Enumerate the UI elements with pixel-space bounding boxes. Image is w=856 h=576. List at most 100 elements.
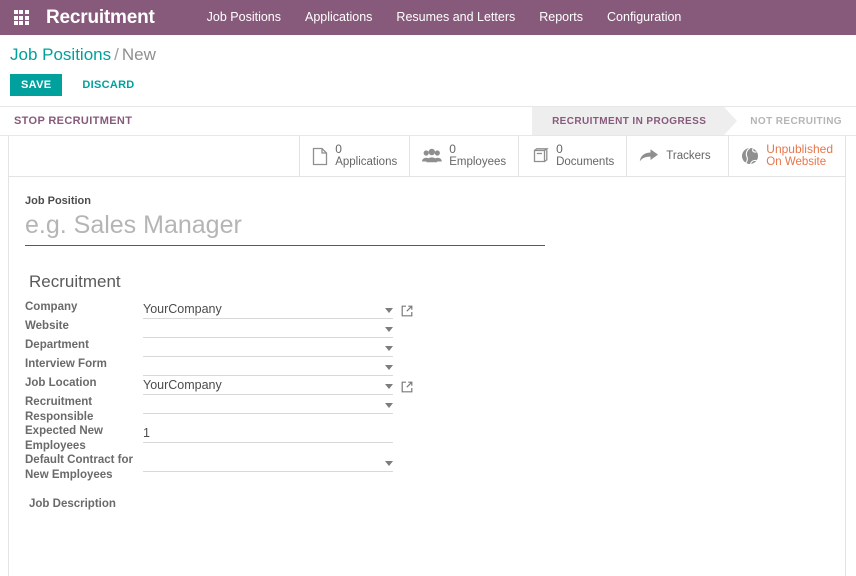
nav-item-configuration[interactable]: Configuration <box>595 0 693 35</box>
button-box: 0 Applications 0 Employees 0 Documents T… <box>9 136 845 177</box>
default-contract-value <box>143 470 381 471</box>
navbar-menu: Job Positions Applications Resumes and L… <box>195 0 694 35</box>
field-row-job-location: Job Location YourCompany <box>25 376 445 395</box>
website-publish-label: On Website <box>766 156 827 168</box>
smart-button-trackers[interactable]: Trackers <box>626 136 728 176</box>
interview-form-value <box>143 374 381 375</box>
field-row-company: Company YourCompany <box>25 300 445 319</box>
documents-count: 0 <box>556 142 563 156</box>
label-recruitment-responsible: Recruitment Responsible <box>25 396 94 423</box>
applications-label: Applications <box>335 156 398 168</box>
app-brand-title[interactable]: Recruitment <box>46 7 155 29</box>
field-row-interview-form: Interview Form <box>25 357 445 376</box>
nav-item-reports[interactable]: Reports <box>527 0 595 35</box>
company-value: YourCompany <box>143 302 222 316</box>
breadcrumb-separator: / <box>114 45 119 64</box>
save-button[interactable]: SAVE <box>10 74 63 96</box>
field-department <box>143 338 445 357</box>
employees-count: 0 <box>449 142 456 156</box>
control-panel: Job Positions / New SAVE DISCARD <box>0 35 856 107</box>
form-sheet: 0 Applications 0 Employees 0 Documents T… <box>8 136 846 576</box>
status-bar: STOP RECRUITMENT RECRUITMENT IN PROGRESS… <box>0 107 856 136</box>
job-position-label: Job Position <box>25 195 91 207</box>
smart-button-text: 0 Applications <box>335 143 397 169</box>
nav-item-applications[interactable]: Applications <box>293 0 384 35</box>
job-location-input[interactable]: YourCompany <box>143 376 393 395</box>
field-default-contract <box>143 453 445 482</box>
smart-button-text: Trackers <box>666 150 710 163</box>
users-group-icon <box>422 148 443 164</box>
form-view-area: STOP RECRUITMENT RECRUITMENT IN PROGRESS… <box>0 107 856 576</box>
chevron-down-icon[interactable] <box>385 346 393 351</box>
field-row-website: Website <box>25 319 445 338</box>
field-row-recruitment-responsible: Recruitment Responsible <box>25 395 445 424</box>
breadcrumb-job-positions[interactable]: Job Positions <box>10 45 111 64</box>
share-arrow-icon <box>639 148 659 164</box>
employees-label: Employees <box>449 156 507 168</box>
control-panel-buttons: SAVE DISCARD <box>10 74 856 96</box>
chevron-down-icon[interactable] <box>385 403 393 408</box>
company-external-link-icon[interactable] <box>401 305 413 317</box>
chevron-down-icon[interactable] <box>385 365 393 370</box>
documents-label: Documents <box>556 156 615 168</box>
chevron-down-icon[interactable] <box>385 384 393 389</box>
interview-form-input[interactable] <box>143 357 393 376</box>
expected-new-employees-input[interactable]: 1 <box>143 424 393 443</box>
label-job-location: Job Location <box>25 377 97 389</box>
company-input[interactable]: YourCompany <box>143 300 393 319</box>
smart-button-website-publish[interactable]: Unpublished On Website <box>728 136 845 176</box>
field-website <box>143 319 445 338</box>
nav-item-job-positions[interactable]: Job Positions <box>195 0 293 35</box>
stage-recruitment-in-progress[interactable]: RECRUITMENT IN PROGRESS <box>532 107 738 135</box>
recruitment-responsible-value <box>143 412 381 413</box>
field-job-location: YourCompany <box>143 376 445 395</box>
globe-icon <box>741 147 759 165</box>
chevron-down-icon[interactable] <box>385 461 393 466</box>
status-stages: RECRUITMENT IN PROGRESS NOT RECRUITING <box>532 107 856 135</box>
smart-button-documents[interactable]: 0 Documents <box>518 136 626 176</box>
recruitment-fields-table: Company YourCompany Website Department I… <box>25 300 445 482</box>
recruitment-responsible-input[interactable] <box>143 395 393 414</box>
department-value <box>143 355 381 356</box>
website-input[interactable] <box>143 319 393 338</box>
apps-menu-button[interactable] <box>0 0 42 35</box>
job-position-group: Job Position <box>25 195 545 246</box>
label-company: Company <box>25 301 78 313</box>
document-icon <box>312 147 328 166</box>
breadcrumb-current: New <box>121 45 156 64</box>
department-input[interactable] <box>143 338 393 357</box>
job-location-external-link-icon[interactable] <box>401 381 413 393</box>
apps-grid-icon <box>13 10 29 25</box>
field-row-expected-new-employees: Expected New Employees 1 <box>25 424 445 453</box>
field-interview-form <box>143 357 445 376</box>
breadcrumb: Job Positions / New <box>10 45 856 65</box>
smart-button-text: 0 Employees <box>449 143 506 169</box>
label-website: Website <box>25 320 69 332</box>
chevron-down-icon[interactable] <box>385 308 393 313</box>
book-icon <box>531 147 549 165</box>
stop-recruitment-button[interactable]: STOP RECRUITMENT <box>14 115 132 127</box>
field-row-default-contract: Default Contract for New Employees <box>25 453 445 482</box>
label-department: Department <box>25 339 89 351</box>
smart-button-text: Unpublished On Website <box>766 143 833 169</box>
smart-button-employees[interactable]: 0 Employees <box>409 136 518 176</box>
discard-button[interactable]: DISCARD <box>70 74 146 96</box>
field-expected-new-employees: 1 <box>143 424 445 453</box>
smart-button-applications[interactable]: 0 Applications <box>299 136 409 176</box>
label-expected-new-employees: Expected New Employees <box>25 425 103 452</box>
top-navbar: Recruitment Job Positions Applications R… <box>0 0 856 35</box>
default-contract-input[interactable] <box>143 453 393 472</box>
chevron-down-icon[interactable] <box>385 327 393 332</box>
job-position-input[interactable] <box>25 211 545 246</box>
field-company: YourCompany <box>143 300 445 319</box>
applications-count: 0 <box>335 142 342 156</box>
status-bar-actions: STOP RECRUITMENT <box>0 107 132 135</box>
job-description-label: Job Description <box>29 498 116 510</box>
expected-new-employees-value: 1 <box>143 426 150 440</box>
recruitment-group-title: Recruitment <box>29 272 121 291</box>
stage-not-recruiting[interactable]: NOT RECRUITING <box>724 107 856 135</box>
label-default-contract: Default Contract for New Employees <box>25 454 133 481</box>
nav-item-resumes-and-letters[interactable]: Resumes and Letters <box>384 0 527 35</box>
job-location-value: YourCompany <box>143 378 222 392</box>
trackers-label: Trackers <box>666 149 711 162</box>
